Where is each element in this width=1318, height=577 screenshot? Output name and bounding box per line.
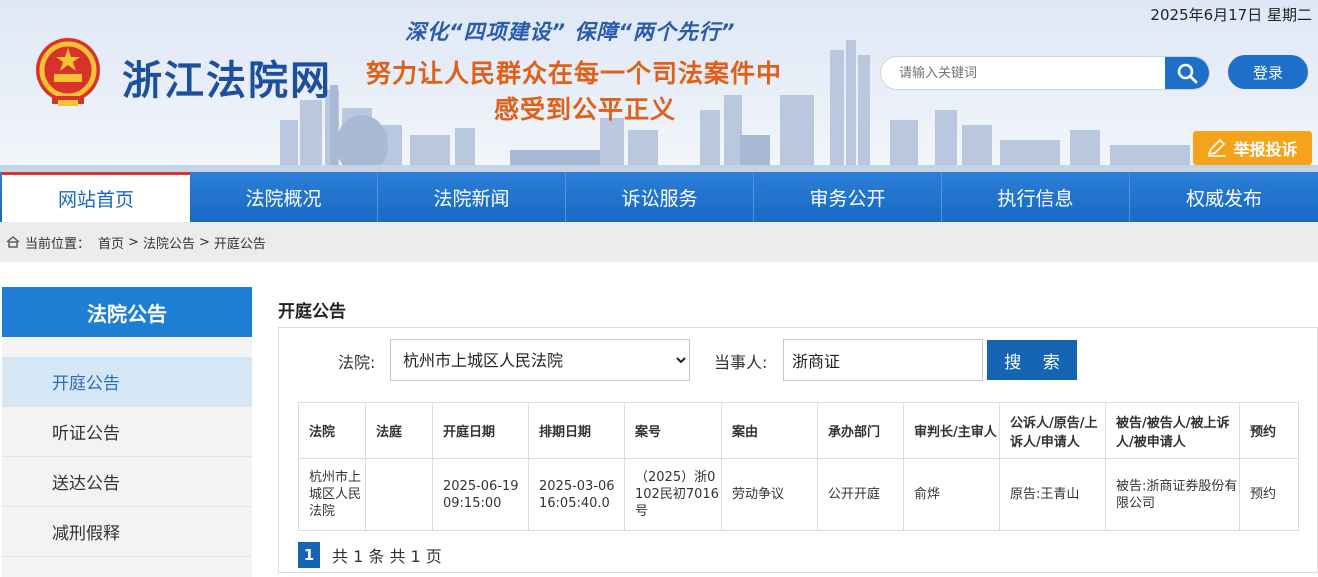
- search-button[interactable]: 搜 索: [987, 340, 1077, 380]
- site-search-button[interactable]: [1165, 57, 1209, 89]
- sidebar-title: 法院公告: [2, 287, 252, 337]
- slogan-line-3: 感受到公平正义: [494, 95, 677, 124]
- report-complaint-button[interactable]: 举报投诉: [1193, 131, 1312, 165]
- breadcrumb-prefix: 当前位置：: [25, 236, 91, 252]
- cell-defendant: 被告:浙商证券股份有限公司: [1105, 458, 1240, 531]
- col-hearing-date: 开庭日期: [432, 402, 529, 459]
- nav-court-news[interactable]: 法院新闻: [378, 172, 566, 222]
- cell-presiding-judge: 俞烨: [903, 458, 1000, 531]
- col-presiding-judge: 审判长/主审人: [903, 402, 1000, 459]
- cell-court: 杭州市上城区人民法院: [298, 458, 366, 531]
- cell-plaintiff: 原告:王青山: [999, 458, 1106, 531]
- sidebar-item-hearing-evidence-notice[interactable]: 听证公告: [2, 407, 252, 457]
- nav-litigation-service[interactable]: 诉讼服务: [566, 172, 754, 222]
- col-department: 承办部门: [817, 402, 904, 459]
- court-select[interactable]: 杭州市上城区人民法院: [390, 339, 690, 381]
- search-icon: [1177, 63, 1198, 84]
- pen-icon: [1208, 139, 1227, 157]
- cell-courtroom: [365, 458, 433, 531]
- nav-official-release[interactable]: 权威发布: [1130, 172, 1318, 222]
- site-search-input[interactable]: [881, 57, 1167, 89]
- report-complaint-label: 举报投诉: [1233, 140, 1298, 159]
- site-search: [880, 56, 1210, 90]
- sidebar-item-commutation-parole[interactable]: 减刑假释: [2, 507, 252, 557]
- cell-department: 公开开庭: [817, 458, 904, 531]
- cell-cause: 劳动争议: [721, 458, 818, 531]
- page-current-button[interactable]: 1: [298, 542, 320, 568]
- col-courtroom: 法庭: [365, 402, 433, 459]
- breadcrumb-hearing-notices[interactable]: 开庭公告: [214, 233, 266, 252]
- col-case-number: 案号: [624, 402, 722, 459]
- nav-home[interactable]: 网站首页: [2, 172, 190, 222]
- col-plaintiff: 公诉人/原告/上诉人/申请人: [999, 402, 1106, 459]
- slogan-line-2: 努力让人民群众在每一个司法案件中: [366, 59, 783, 88]
- national-emblem-icon: [36, 38, 100, 106]
- pagination-summary: 共 1 条 共 1 页: [332, 547, 442, 566]
- breadcrumb-home[interactable]: 首页: [98, 233, 124, 252]
- site-title: 浙江法院网: [122, 58, 332, 104]
- sidebar-item-service-notice[interactable]: 送达公告: [2, 457, 252, 507]
- nav-court-overview[interactable]: 法院概况: [190, 172, 378, 222]
- current-date: 2025年6月17日 星期二: [1150, 6, 1312, 24]
- party-label: 当事人:: [714, 353, 768, 372]
- col-reservation: 预约: [1239, 402, 1299, 459]
- court-label: 法院:: [338, 353, 376, 372]
- col-defendant: 被告/被告人/被上诉人/被申请人: [1105, 402, 1240, 459]
- hearing-table: 法院 法庭 开庭日期 排期日期 案号 案由 承办部门 审判长/主审人 公诉人/原…: [298, 402, 1299, 531]
- cell-case-number: （2025）浙0102民初7016号: [624, 458, 722, 531]
- col-cause: 案由: [721, 402, 818, 459]
- nav-trial-affairs[interactable]: 审务公开: [754, 172, 942, 222]
- cell-reservation-link[interactable]: 预约: [1239, 458, 1299, 531]
- col-schedule-date: 排期日期: [528, 402, 625, 459]
- breadcrumb-separator: >: [128, 234, 139, 250]
- home-icon: [6, 236, 20, 248]
- slogan-line-1: 深化“四项建设” 保障“两个先行”: [405, 20, 736, 44]
- main-nav: 网站首页 法院概况 法院新闻 诉讼服务 审务公开 执行信息 权威发布: [0, 172, 1318, 222]
- breadcrumb-separator: >: [198, 234, 210, 250]
- pagination: 1 共 1 条 共 1 页: [298, 542, 442, 568]
- breadcrumb-court-notices[interactable]: 法院公告: [143, 233, 195, 252]
- breadcrumb: 当前位置： 首页 > 法院公告 > 开庭公告: [0, 222, 1318, 262]
- table-header-row: 法院 法庭 开庭日期 排期日期 案号 案由 承办部门 审判长/主审人 公诉人/原…: [298, 402, 1299, 459]
- cell-hearing-date: 2025-06-19 09:15:00: [432, 458, 529, 531]
- sidebar-item-hearing-notice[interactable]: 开庭公告: [2, 357, 252, 407]
- login-button[interactable]: 登录: [1228, 55, 1308, 89]
- col-court: 法院: [298, 402, 366, 459]
- sidebar: 法院公告 开庭公告 听证公告 送达公告 减刑假释: [2, 287, 252, 577]
- nav-enforcement-info[interactable]: 执行信息: [942, 172, 1130, 222]
- header-banner: 浙江法院网 深化“四项建设” 保障“两个先行” 努力让人民群众在每一个司法案件中…: [0, 0, 1318, 172]
- party-input[interactable]: [783, 339, 983, 381]
- cell-schedule-date: 2025-03-06 16:05:40.0: [528, 458, 625, 531]
- sidebar-list: 开庭公告 听证公告 送达公告 减刑假释: [2, 337, 252, 557]
- page-title: 开庭公告: [278, 302, 346, 322]
- table-row: 杭州市上城区人民法院 2025-06-19 09:15:00 2025-03-0…: [298, 458, 1299, 531]
